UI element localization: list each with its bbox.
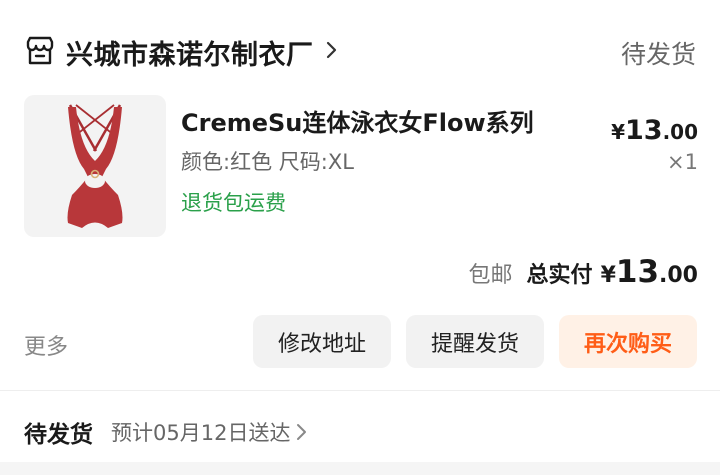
buy-again-button[interactable]: 再次购买 [559, 315, 697, 368]
order-status: 待发货 [620, 40, 696, 69]
chevron-right-icon[interactable] [325, 40, 339, 60]
divider [0, 390, 720, 391]
total-payment-row: 包邮 总实付 ¥13.00 [469, 254, 698, 294]
quantity: ×1 [667, 150, 698, 174]
price-decimal: .00 [662, 120, 698, 144]
delivery-status: 待发货 [24, 422, 93, 448]
product-spec: 颜色:红色 尺码:XL [181, 150, 354, 174]
swimsuit-image [67, 104, 123, 228]
delivery-eta: 预计05月12日送达 [111, 421, 291, 445]
price-integer: 13 [624, 115, 663, 146]
total-decimal: .00 [659, 263, 698, 288]
chevron-right-icon [297, 424, 307, 440]
total-integer: 13 [615, 254, 660, 290]
return-shipping-tag: 退货包运费 [181, 191, 286, 215]
product-thumbnail[interactable] [24, 95, 166, 237]
currency-symbol: ¥ [611, 120, 625, 144]
order-card-header: 兴城市森诺尔制衣厂 待发货 [0, 0, 720, 92]
more-actions-link[interactable]: 更多 [24, 329, 68, 361]
product-title[interactable]: CremeSu连体泳衣女Flow系列 [181, 103, 534, 138]
total-label: 总实付 [526, 263, 593, 288]
remind-shipment-button[interactable]: 提醒发货 [406, 315, 544, 368]
total-currency-symbol: ¥ [600, 263, 616, 288]
section-separator [0, 462, 720, 475]
delivery-status-row[interactable]: 待发货 预计05月12日送达 [24, 415, 308, 449]
unit-price: ¥13.00 [611, 115, 698, 146]
store-icon [26, 36, 54, 65]
shop-name-link[interactable]: 兴城市森诺尔制衣厂 [66, 33, 314, 72]
free-shipping-tag: 包邮 [468, 263, 513, 288]
edit-address-button[interactable]: 修改地址 [253, 315, 391, 368]
